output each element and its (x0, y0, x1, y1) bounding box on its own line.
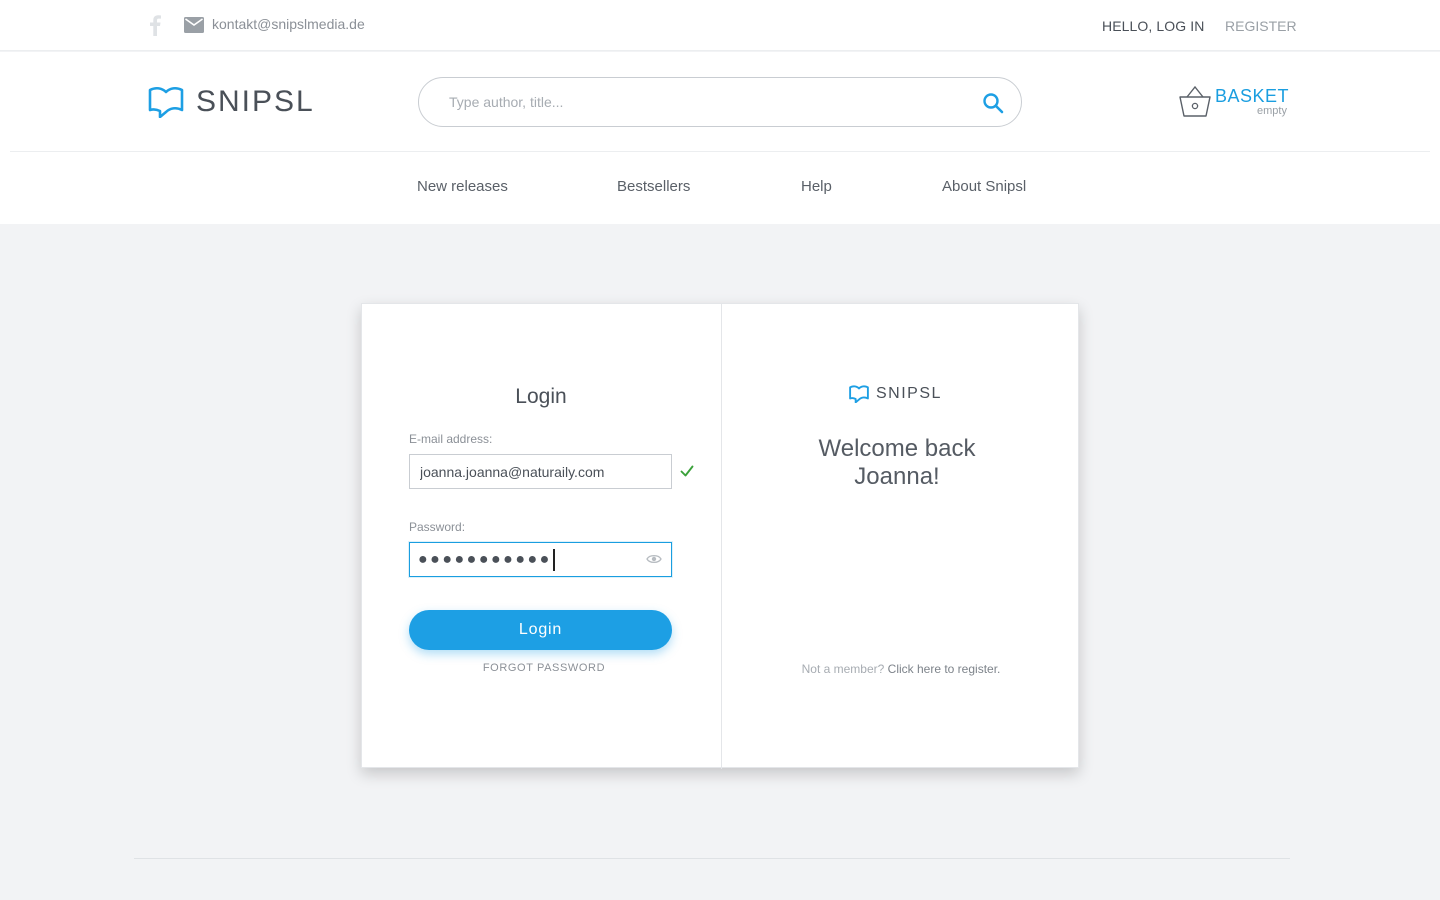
logo-text: SNIPSL (196, 85, 315, 118)
basket-icon[interactable] (1176, 83, 1214, 119)
email-field[interactable] (409, 454, 672, 489)
password-label: Password: (409, 520, 466, 534)
contact-email[interactable]: kontakt@snipslmedia.de (212, 16, 365, 32)
register-here-link[interactable]: Click here to register. (888, 662, 1001, 676)
search-bar (418, 77, 1022, 127)
register-link[interactable]: REGISTER (1225, 18, 1297, 34)
card-divider (721, 304, 722, 769)
footer-divider (134, 858, 1290, 859)
mail-icon (184, 17, 204, 33)
facebook-icon[interactable] (148, 14, 162, 36)
email-label: E-mail address: (409, 432, 493, 446)
register-prompt: Not a member? Click here to register. (722, 662, 1080, 676)
forgot-password-link[interactable]: FORGOT PASSWORD (409, 662, 679, 674)
welcome-logo: SNIPSL (849, 385, 942, 403)
not-member-text: Not a member? (801, 662, 885, 676)
header: SNIPSL BASKET empty New releases Bestsel… (0, 52, 1440, 224)
eye-icon[interactable] (646, 553, 662, 565)
login-button[interactable]: Login (409, 610, 672, 650)
welcome-message: Welcome back Joanna! (782, 435, 1012, 491)
search-input[interactable] (449, 91, 969, 113)
check-icon (680, 465, 694, 477)
site-logo[interactable]: SNIPSL (148, 84, 315, 120)
nav-item-help[interactable]: Help (801, 178, 832, 195)
snipsl-logo-icon (148, 86, 184, 118)
login-title: Login (515, 385, 567, 408)
nav-item-bestsellers[interactable]: Bestsellers (617, 178, 690, 195)
welcome-logo-text: SNIPSL (876, 385, 942, 402)
top-bar: kontakt@snipslmedia.de HELLO, LOG IN REG… (0, 0, 1440, 51)
welcome-line-1: Welcome back (818, 435, 976, 462)
login-card: Login E-mail address: Password: ●●●●●●●●… (361, 303, 1080, 769)
basket-status: empty (1257, 105, 1287, 117)
snipsl-logo-icon (849, 385, 869, 403)
basket-label[interactable]: BASKET (1215, 86, 1289, 107)
search-icon[interactable] (982, 92, 1004, 114)
password-field[interactable]: ●●●●●●●●●●● (409, 542, 672, 577)
password-mask: ●●●●●●●●●●● (418, 549, 555, 571)
hello-log-in-link[interactable]: HELLO, LOG IN (1102, 18, 1204, 34)
nav-item-about[interactable]: About Snipsl (942, 178, 1026, 195)
nav-item-new-releases[interactable]: New releases (417, 178, 508, 195)
welcome-line-2: Joanna! (854, 463, 940, 490)
main-nav: New releases Bestsellers Help About Snip… (0, 152, 1440, 224)
